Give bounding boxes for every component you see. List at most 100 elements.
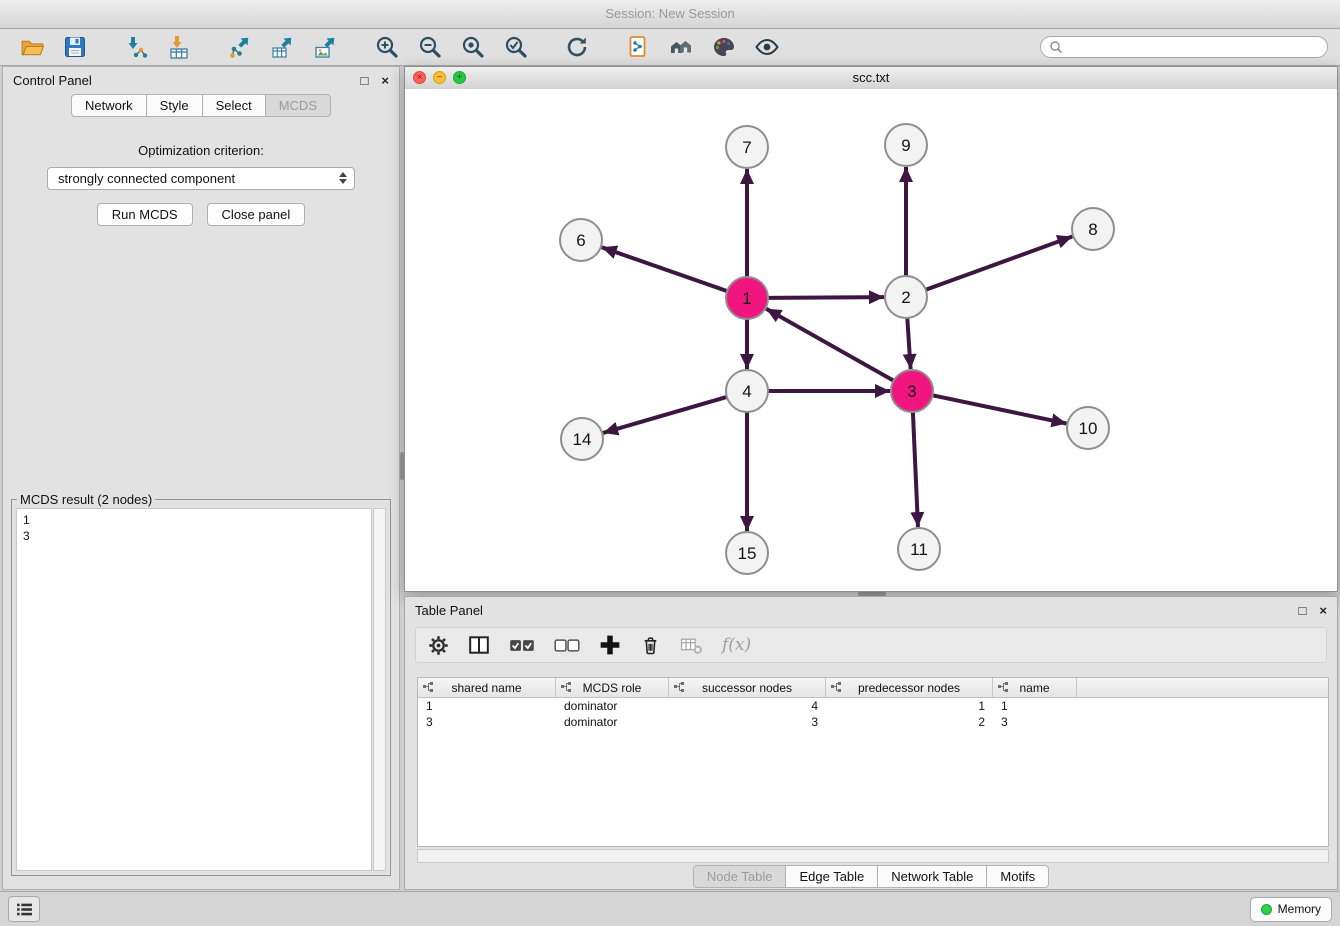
open-folder-icon — [19, 34, 46, 61]
tab-network[interactable]: Network — [71, 94, 147, 117]
task-history-button[interactable] — [8, 896, 40, 922]
graph-node-8[interactable]: 8 — [1072, 208, 1114, 250]
delete-table-button[interactable] — [680, 635, 703, 656]
select-all-columns-button[interactable] — [509, 638, 535, 653]
edge-2-to-8[interactable] — [926, 237, 1073, 290]
table-panel-header: Table Panel □ × — [405, 597, 1337, 624]
mcds-result-list[interactable]: 13 — [16, 508, 372, 871]
close-panel-icon[interactable]: × — [381, 73, 389, 88]
mcds-result-line: 1 — [23, 512, 365, 528]
refresh-icon — [564, 34, 590, 60]
function-builder-button[interactable]: f(x) — [722, 635, 751, 655]
import-network-button[interactable] — [116, 31, 156, 63]
table-row[interactable]: 1dominator411 — [418, 698, 1328, 714]
network-window-titlebar[interactable]: × − + scc.txt — [405, 67, 1337, 90]
zoom-out-button[interactable] — [410, 31, 450, 63]
delete-column-button[interactable] — [640, 635, 661, 656]
status-bar: Memory — [0, 891, 1340, 926]
graph-node-7[interactable]: 7 — [726, 126, 768, 168]
zoom-in-button[interactable] — [367, 31, 407, 63]
zoom-selected-icon — [503, 34, 529, 60]
node-table[interactable]: shared nameMCDS rolesuccessor nodesprede… — [417, 677, 1329, 847]
graph-node-1[interactable]: 1 — [726, 277, 768, 319]
table-horizontal-scrollbar[interactable] — [417, 849, 1329, 863]
tab-select[interactable]: Select — [202, 94, 266, 117]
edge-1-to-2[interactable] — [768, 297, 884, 298]
zoom-out-icon — [417, 34, 443, 60]
column-header-mcds-role[interactable]: MCDS role — [556, 678, 669, 697]
column-header-name[interactable]: name — [993, 678, 1077, 697]
node-label: 15 — [738, 544, 757, 563]
show-hide-button[interactable] — [747, 31, 787, 63]
window-title: Session: New Session — [605, 6, 734, 21]
table-row[interactable]: 3dominator323 — [418, 714, 1328, 730]
optimization-select[interactable]: strongly connected component — [47, 167, 355, 190]
table-cell: 4 — [669, 699, 826, 713]
table-cell: dominator — [556, 699, 669, 713]
tab-network-table[interactable]: Network Table — [877, 865, 987, 888]
tab-mcds[interactable]: MCDS — [265, 94, 331, 117]
export-network-button[interactable] — [220, 31, 260, 63]
apply-style-button[interactable] — [704, 31, 744, 63]
maximize-window-icon[interactable]: + — [453, 71, 466, 84]
edge-1-to-6[interactable] — [602, 247, 727, 291]
zoom-selected-button[interactable] — [496, 31, 536, 63]
import-table-button[interactable] — [159, 31, 199, 63]
style-palette-icon — [711, 34, 737, 60]
graph-node-14[interactable]: 14 — [561, 418, 603, 460]
tab-node-table[interactable]: Node Table — [693, 865, 787, 888]
create-column-button[interactable] — [599, 634, 621, 656]
float-panel-icon[interactable]: □ — [361, 73, 369, 88]
graph-node-4[interactable]: 4 — [726, 370, 768, 412]
edge-3-to-11[interactable] — [913, 412, 918, 527]
memory-status-icon — [1261, 904, 1272, 915]
result-scrollbar[interactable] — [373, 508, 386, 871]
graph-node-3[interactable]: 3 — [891, 370, 933, 412]
close-window-icon[interactable]: × — [413, 71, 426, 84]
edge-3-to-10[interactable] — [933, 395, 1067, 423]
tab-edge-table[interactable]: Edge Table — [785, 865, 878, 888]
tab-motifs[interactable]: Motifs — [986, 865, 1049, 888]
save-session-button[interactable] — [55, 31, 95, 63]
search-icon — [1049, 40, 1063, 54]
graph-node-15[interactable]: 15 — [726, 532, 768, 574]
column-header-shared-name[interactable]: shared name — [418, 678, 556, 697]
tab-style[interactable]: Style — [146, 94, 203, 117]
table-cell: 1 — [826, 699, 993, 713]
network-canvas[interactable]: 7 9 6 8 1 2 4 3 10 14 15 11 — [405, 89, 1337, 591]
zoom-fit-button[interactable] — [453, 31, 493, 63]
home-view-button[interactable] — [661, 31, 701, 63]
column-header-predecessor-nodes[interactable]: predecessor nodes — [826, 678, 993, 697]
edge-2-to-3[interactable] — [907, 318, 910, 369]
column-header-successor-nodes[interactable]: successor nodes — [669, 678, 826, 697]
task-list-icon — [16, 902, 33, 917]
graph-node-11[interactable]: 11 — [898, 528, 940, 570]
table-settings-button[interactable] — [428, 635, 449, 656]
refresh-button[interactable] — [557, 31, 597, 63]
graph-node-9[interactable]: 9 — [885, 124, 927, 166]
memory-button[interactable]: Memory — [1250, 897, 1332, 922]
columns-icon — [468, 634, 490, 656]
unselect-all-columns-button[interactable] — [554, 638, 580, 653]
close-table-panel-icon[interactable]: × — [1319, 603, 1327, 618]
table-panel-title: Table Panel — [415, 603, 483, 618]
edge-3-to-1[interactable] — [766, 309, 894, 381]
network-graph[interactable]: 7 9 6 8 1 2 4 3 10 14 15 11 — [405, 89, 1337, 591]
run-mcds-button[interactable]: Run MCDS — [97, 203, 193, 226]
graph-node-2[interactable]: 2 — [885, 276, 927, 318]
show-column-button[interactable] — [468, 634, 490, 656]
graph-node-10[interactable]: 10 — [1067, 407, 1109, 449]
graph-node-6[interactable]: 6 — [560, 219, 602, 261]
document-network-icon — [625, 34, 651, 60]
export-network-icon — [227, 34, 253, 60]
float-table-panel-icon[interactable]: □ — [1299, 603, 1307, 618]
export-image-button[interactable] — [306, 31, 346, 63]
minimize-window-icon[interactable]: − — [433, 71, 446, 84]
search-box[interactable] — [1040, 36, 1328, 58]
export-table-button[interactable] — [263, 31, 303, 63]
open-session-button[interactable] — [12, 31, 52, 63]
search-input[interactable] — [1067, 39, 1319, 55]
edge-4-to-14[interactable] — [603, 397, 727, 433]
close-panel-button[interactable]: Close panel — [207, 203, 306, 226]
first-neighbors-button[interactable] — [618, 31, 658, 63]
